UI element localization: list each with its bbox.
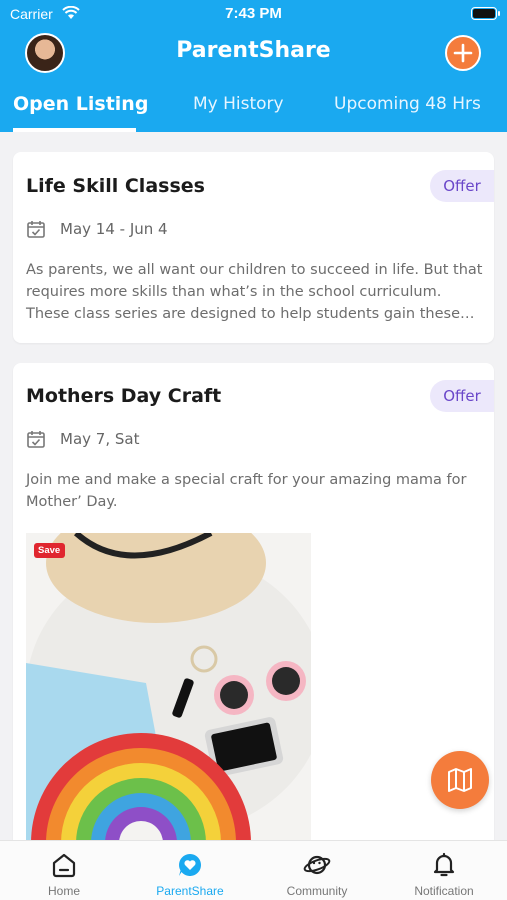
add-listing-button[interactable] [445, 35, 481, 71]
app-title: ParentShare [176, 38, 331, 63]
home-icon [52, 853, 76, 878]
craft-photo [26, 533, 311, 843]
listing-tabs: Open Listing My History Upcoming 48 Hrs [0, 88, 507, 132]
listing-image[interactable]: Save [26, 533, 311, 843]
nav-home[interactable]: Home [1, 841, 127, 900]
tab-my-history[interactable]: My History [193, 94, 284, 114]
listing-card[interactable]: Mothers Day Craft Offer May 7, Sat Join … [13, 363, 494, 853]
nav-notification-label: Notification [414, 884, 474, 898]
tab-open-listing[interactable]: Open Listing [13, 93, 148, 115]
nav-community-label: Community [286, 884, 348, 898]
tab-upcoming-48-hrs[interactable]: Upcoming 48 Hrs [334, 94, 481, 114]
listing-description: Join me and make a special craft for you… [26, 472, 467, 510]
planet-icon [303, 855, 331, 875]
plus-icon [453, 43, 473, 63]
listing-title: Life Skill Classes [26, 175, 205, 197]
nav-home-label: Home [47, 884, 80, 898]
bell-icon [433, 852, 455, 877]
calendar-icon [27, 431, 45, 448]
battery-icon [471, 7, 500, 20]
listing-card[interactable]: Life Skill Classes Offer May 14 - Jun 4 … [13, 152, 494, 343]
pin-save-label: Save [38, 545, 61, 556]
active-tab-indicator [13, 128, 136, 132]
map-button[interactable] [431, 751, 489, 809]
nav-parentshare[interactable]: ParentShare [127, 841, 253, 900]
offer-badge: Offer [430, 380, 494, 412]
listing-date: May 14 - Jun 4 [60, 220, 168, 238]
nav-community[interactable]: Community [254, 841, 380, 900]
heart-chat-icon [179, 854, 201, 876]
map-icon [448, 768, 472, 792]
nav-parentshare-label: ParentShare [156, 884, 224, 898]
pinterest-save-button[interactable]: Save [34, 543, 66, 558]
calendar-icon [27, 221, 45, 238]
offer-badge: Offer [430, 170, 494, 202]
listing-title: Mothers Day Craft [26, 385, 222, 407]
listing-description: As parents, we all want our children to … [26, 262, 483, 322]
listing-date-row: May 14 - Jun 4 [26, 219, 168, 239]
listing-date-row: May 7, Sat [26, 429, 139, 449]
nav-notification[interactable]: Notification [381, 841, 507, 900]
status-bar: Carrier 7:43 PM [0, 0, 507, 28]
status-time: 7:43 PM [225, 5, 282, 22]
listing-date: May 7, Sat [60, 430, 140, 448]
app-header: Carrier 7:43 PM ParentShare Open Listing… [0, 0, 507, 132]
bottom-nav: Home ParentShare Community Notification [0, 840, 507, 900]
